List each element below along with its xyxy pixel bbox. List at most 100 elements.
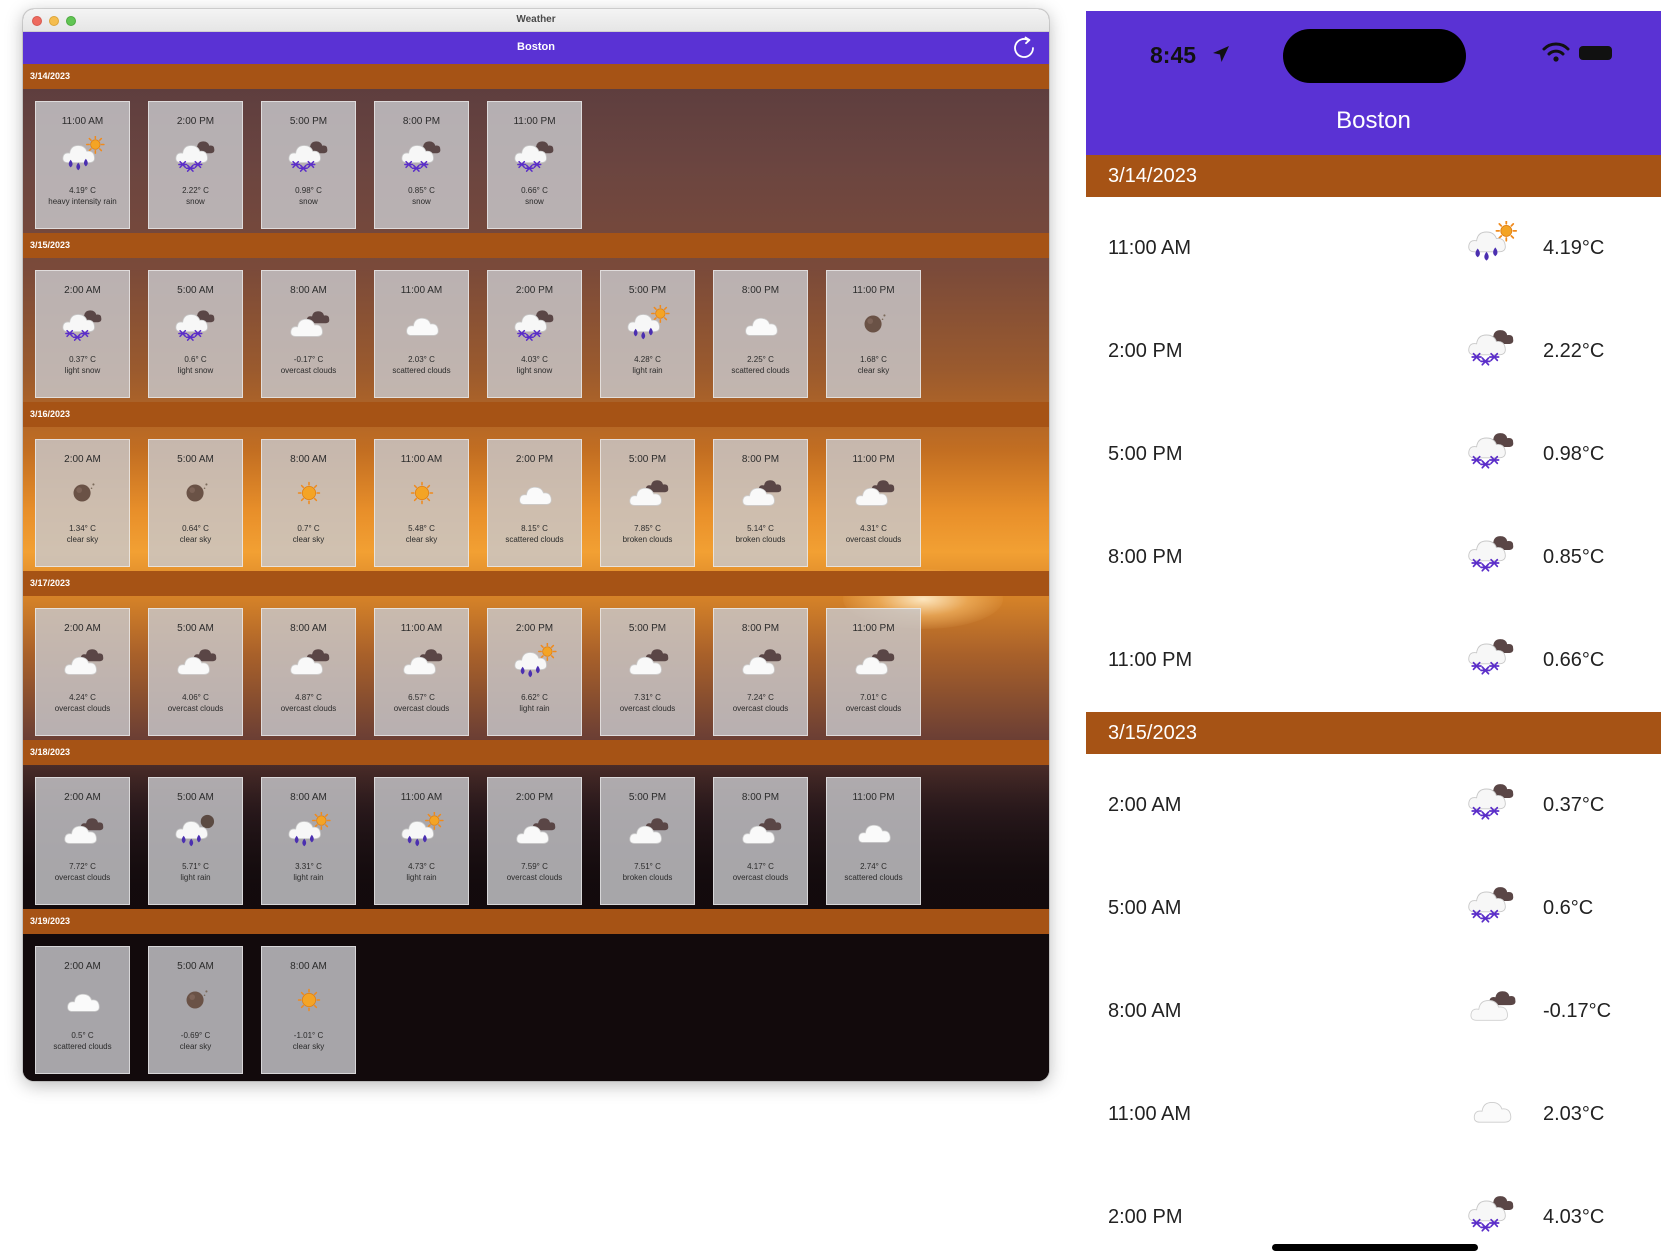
forecast-temperature: 5.71° C	[182, 862, 209, 871]
dynamic-island	[1283, 29, 1466, 83]
forecast-row[interactable]: 5:00 AM 0.6°C	[1086, 857, 1661, 960]
forecast-description: overcast clouds	[845, 704, 902, 713]
forecast-rows: 11:00 AM 4.19°C 2:00 PM 2.22°C 5:00 PM 0.9…	[1086, 197, 1661, 712]
forecast-card[interactable]: 8:00 AM 4.87° C overcast clouds	[261, 608, 356, 736]
overcast-icon	[741, 649, 781, 675]
forecast-card[interactable]: 5:00 PM 4.28° C light rain	[600, 270, 695, 398]
forecast-card[interactable]: 2:00 PM 4.03° C light snow	[487, 270, 582, 398]
forecast-time: 8:00 AM	[290, 792, 327, 803]
forecast-card[interactable]: 11:00 PM 7.01° C overcast clouds	[826, 608, 921, 736]
forecast-card[interactable]: 5:00 AM 0.6° C light snow	[148, 270, 243, 398]
forecast-card[interactable]: 2:00 PM 2.22° C snow	[148, 101, 243, 229]
forecast-card[interactable]: 5:00 PM 7.51° C broken clouds	[600, 777, 695, 905]
forecast-temperature: 0.85°C	[1543, 546, 1605, 568]
forecast-card[interactable]: 5:00 AM 5.71° C light rain	[148, 777, 243, 905]
forecast-card[interactable]: 8:00 PM 7.24° C overcast clouds	[713, 608, 808, 736]
forecast-description: clear sky	[405, 535, 438, 544]
forecast-card[interactable]: 5:00 AM 0.64° C clear sky	[148, 439, 243, 567]
forecast-card[interactable]: 2:00 AM 4.24° C overcast clouds	[35, 608, 130, 736]
forecast-card[interactable]: 2:00 PM 6.62° C light rain	[487, 608, 582, 736]
forecast-time: 2:00 PM	[515, 623, 554, 634]
snow-icon	[62, 310, 101, 341]
window-titlebar: Weather	[23, 9, 1049, 32]
forecast-description: light rain	[180, 873, 211, 882]
phone-screen: 8:45 Boston 3/14/2023 11:00 AM 4.19°C 2:00…	[1086, 11, 1661, 1260]
overcast-icon	[741, 818, 781, 844]
forecast-time: 11:00 PM	[852, 454, 895, 465]
forecast-temperature: 4.03° C	[521, 355, 548, 364]
forecast-row[interactable]: 11:00 PM 0.66°C	[1086, 609, 1661, 712]
forecast-card[interactable]: 5:00 AM -0.69° C clear sky	[148, 946, 243, 1074]
overcast-icon	[628, 649, 668, 675]
window-title: Weather	[516, 14, 556, 25]
forecast-card[interactable]: 5:00 AM 4.06° C overcast clouds	[148, 608, 243, 736]
forecast-temperature: 6.62° C	[521, 693, 548, 702]
clear-night-icon	[73, 483, 94, 502]
forecast-card[interactable]: 5:00 PM 7.31° C overcast clouds	[600, 608, 695, 736]
forecast-temperature: 4.31° C	[860, 524, 887, 533]
forecast-card[interactable]: 8:00 AM 3.31° C light rain	[261, 777, 356, 905]
forecast-row[interactable]: 2:00 AM 0.37°C	[1086, 754, 1661, 857]
forecast-content[interactable]: 3/14/2023 11:00 AM 4.19° C heavy intensity…	[23, 64, 1049, 1081]
forecast-row[interactable]: 11:00 AM 2.03°C	[1086, 1063, 1661, 1166]
day-section: 3/14/2023 11:00 AM 4.19° C heavy intensity…	[23, 64, 1049, 233]
forecast-time: 5:00 AM	[1108, 897, 1182, 919]
forecast-card[interactable]: 11:00 PM 2.74° C scattered clouds	[826, 777, 921, 905]
forecast-row[interactable]: 5:00 PM 0.98°C	[1086, 403, 1661, 506]
forecast-card[interactable]: 2:00 AM 0.5° C scattered clouds	[35, 946, 130, 1074]
forecast-card[interactable]: 11:00 PM 0.66° C snow	[487, 101, 582, 229]
forecast-description: scattered clouds	[53, 1042, 112, 1051]
forecast-list[interactable]: 3/14/2023 11:00 AM 4.19°C 2:00 PM 2.22°C 5:…	[1086, 155, 1661, 1260]
forecast-time: 2:00 PM	[1108, 1206, 1183, 1228]
forecast-card[interactable]: 2:00 PM 7.59° C overcast clouds	[487, 777, 582, 905]
forecast-card[interactable]: 8:00 PM 2.25° C scattered clouds	[713, 270, 808, 398]
forecast-card[interactable]: 2:00 AM 1.34° C clear sky	[35, 439, 130, 567]
forecast-description: scattered clouds	[844, 873, 903, 882]
forecast-card[interactable]: 11:00 PM 4.31° C overcast clouds	[826, 439, 921, 567]
forecast-temperature: 0.98° C	[295, 186, 322, 195]
forecast-time: 8:00 PM	[741, 792, 780, 803]
forecast-card[interactable]: 2:00 PM 8.15° C scattered clouds	[487, 439, 582, 567]
forecast-card[interactable]: 8:00 PM 5.14° C broken clouds	[713, 439, 808, 567]
forecast-description: broken clouds	[735, 535, 786, 544]
home-indicator[interactable]	[1272, 1244, 1478, 1251]
forecast-card[interactable]: 2:00 AM 7.72° C overcast clouds	[35, 777, 130, 905]
forecast-card[interactable]: 11:00 PM 1.68° C clear sky	[826, 270, 921, 398]
forecast-row[interactable]: 2:00 PM 2.22°C	[1086, 300, 1661, 403]
rain-sun-icon	[627, 305, 670, 340]
forecast-card[interactable]: 11:00 AM 2.03° C scattered clouds	[374, 270, 469, 398]
forecast-card[interactable]: 5:00 PM 7.85° C broken clouds	[600, 439, 695, 567]
forecast-card[interactable]: 8:00 AM -0.17° C overcast clouds	[261, 270, 356, 398]
forecast-temperature: -1.01° C	[293, 1031, 324, 1040]
forecast-time: 11:00 PM	[852, 285, 895, 296]
forecast-time: 5:00 PM	[628, 792, 667, 803]
overcast-icon	[176, 649, 216, 675]
refresh-icon[interactable]	[1009, 33, 1039, 63]
forecast-time: 2:00 AM	[64, 623, 101, 634]
forecast-card[interactable]: 8:00 PM 0.85° C snow	[374, 101, 469, 229]
forecast-card[interactable]: 11:00 AM 6.57° C overcast clouds	[374, 608, 469, 736]
forecast-description: snow	[525, 197, 544, 206]
forecast-description: light rain	[293, 873, 324, 882]
forecast-card[interactable]: 2:00 AM 0.37° C light snow	[35, 270, 130, 398]
forecast-card[interactable]: 8:00 AM -1.01° C clear sky	[261, 946, 356, 1074]
forecast-temperature: 6.57° C	[408, 693, 435, 702]
forecast-row[interactable]: 11:00 AM 4.19°C	[1086, 197, 1661, 300]
forecast-temperature: 1.34° C	[69, 524, 96, 533]
forecast-card[interactable]: 8:00 AM 0.7° C clear sky	[261, 439, 356, 567]
overcast-icon	[289, 649, 329, 675]
forecast-time: 2:00 AM	[1108, 794, 1182, 816]
forecast-card[interactable]: 11:00 AM 4.19° C heavy intensity rain	[35, 101, 130, 229]
forecast-card[interactable]: 11:00 AM 4.73° C light rain	[374, 777, 469, 905]
wifi-icon	[1542, 42, 1570, 62]
forecast-row[interactable]: 8:00 PM 0.85°C	[1086, 506, 1661, 609]
forecast-description: light rain	[406, 873, 437, 882]
forecast-description: scattered clouds	[731, 366, 790, 375]
snow-icon	[175, 310, 214, 341]
forecast-card[interactable]: 11:00 AM 5.48° C clear sky	[374, 439, 469, 567]
snow-icon	[175, 141, 214, 172]
forecast-time: 11:00 PM	[1108, 649, 1193, 671]
forecast-card[interactable]: 8:00 PM 4.17° C overcast clouds	[713, 777, 808, 905]
forecast-row[interactable]: 8:00 AM -0.17°C	[1086, 960, 1661, 1063]
forecast-card[interactable]: 5:00 PM 0.98° C snow	[261, 101, 356, 229]
